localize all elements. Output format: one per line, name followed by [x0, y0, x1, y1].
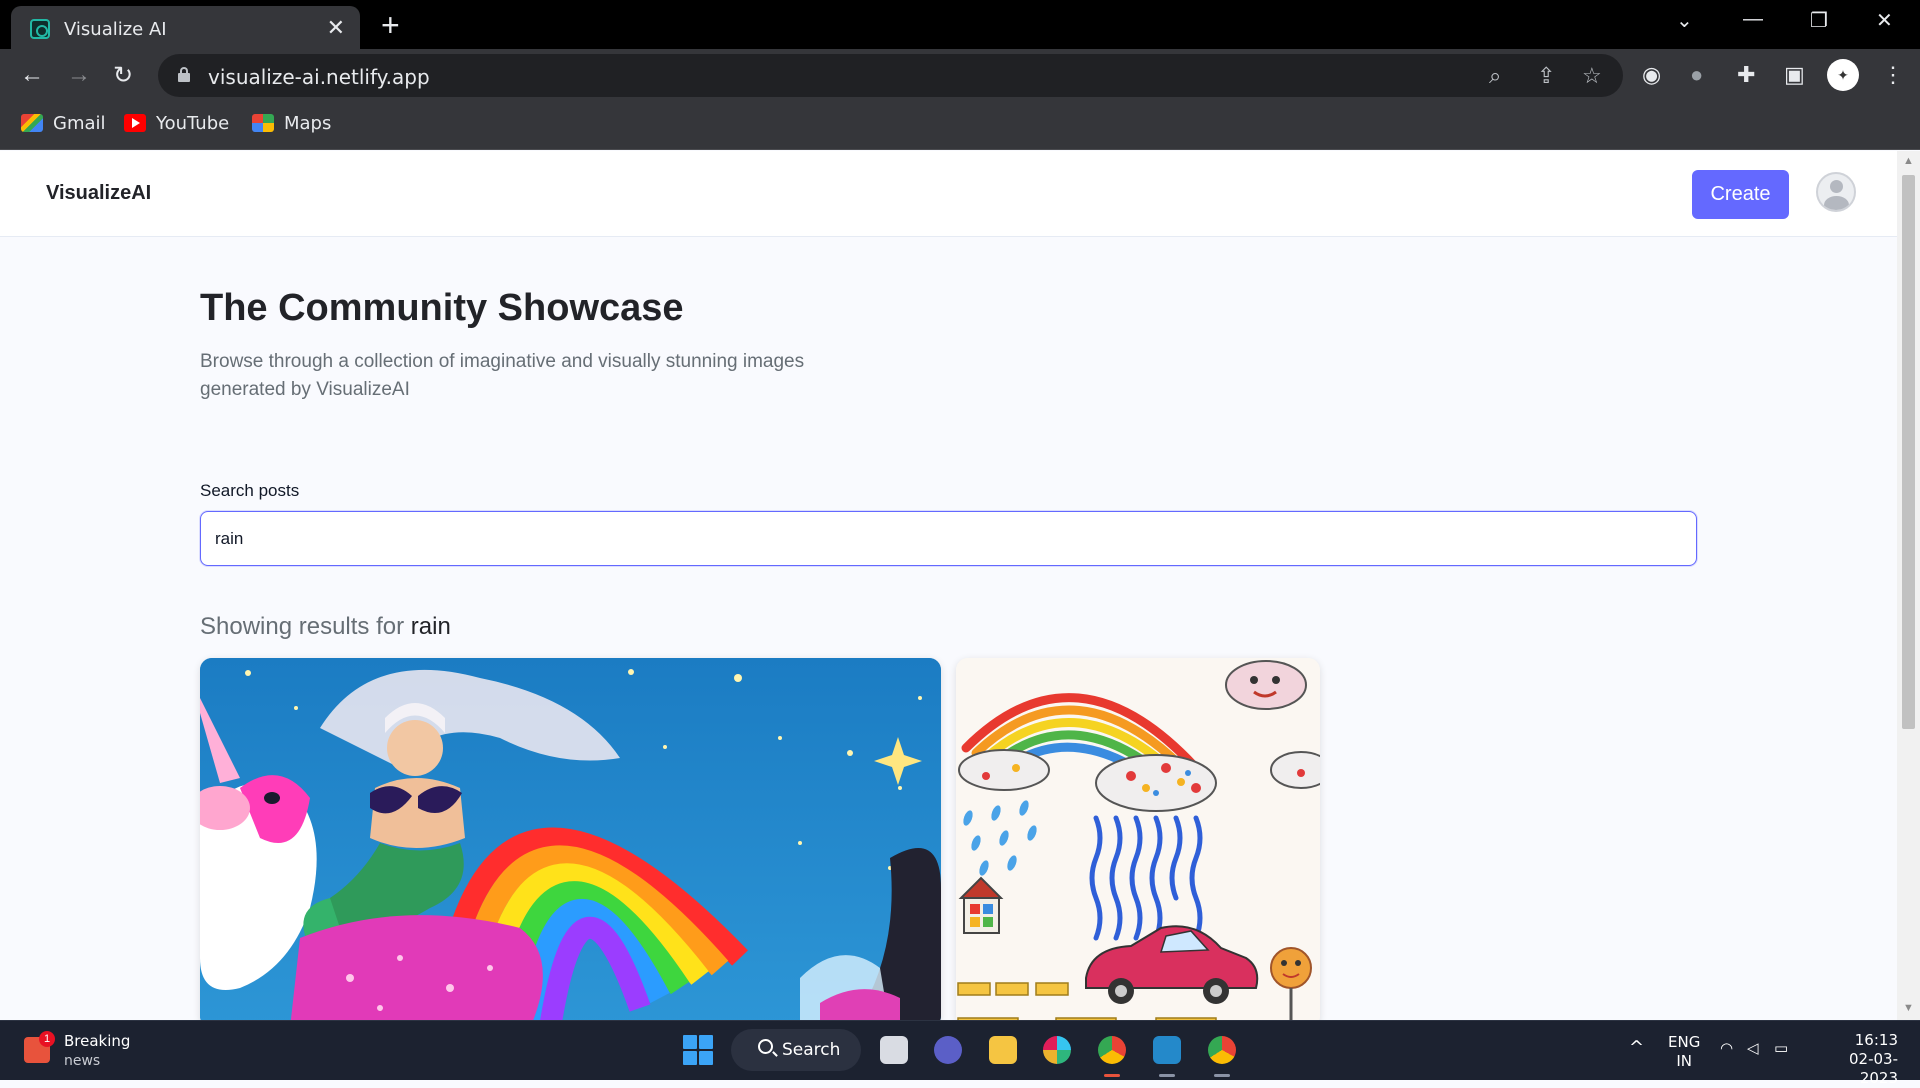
reload-icon[interactable]: ↻ — [113, 61, 133, 90]
scroll-up-icon[interactable]: ▲ — [1903, 155, 1914, 167]
tray-overflow-chevron-icon[interactable]: ^ — [1629, 1038, 1644, 1057]
results-heading: Showing results for rain — [200, 613, 451, 641]
bookmark-gmail[interactable]: Gmail — [21, 113, 106, 134]
extensions-puzzle-icon[interactable]: ✚ — [1737, 62, 1755, 88]
page-viewport: VisualizeAI Create The Community Showcas… — [0, 151, 1897, 1020]
address-bar[interactable]: visualize-ai.netlify.app ⌕ ⇪ ☆ — [158, 54, 1623, 97]
gmail-icon — [21, 114, 43, 132]
profile-avatar-icon[interactable]: ✦ — [1827, 59, 1859, 91]
browser-menu-icon[interactable]: ⋮ — [1882, 62, 1904, 88]
task-view-icon[interactable] — [880, 1036, 908, 1064]
search-label: Search posts — [200, 481, 300, 500]
side-panel-icon[interactable]: ▣ — [1784, 62, 1805, 88]
maps-icon — [252, 114, 274, 132]
clock-time: 16:13 — [1854, 1031, 1898, 1049]
page-title: The Community Showcase — [200, 287, 684, 329]
extension-face-icon[interactable]: ◉ — [1642, 62, 1661, 88]
user-avatar-icon[interactable] — [1816, 172, 1856, 212]
tab-search-chevron-icon[interactable]: ⌄ — [1676, 8, 1693, 33]
rain-drawing-image — [956, 658, 1320, 1020]
volume-icon[interactable]: ◁ — [1747, 1039, 1759, 1058]
wifi-icon[interactable]: ◠ — [1720, 1039, 1733, 1058]
site-favicon-icon — [30, 19, 50, 39]
slack-icon[interactable] — [1043, 1036, 1071, 1064]
news-title: Breaking — [64, 1032, 131, 1050]
teams-chat-icon[interactable] — [934, 1036, 962, 1064]
news-subtitle: news — [64, 1053, 101, 1069]
taskbar-search-button[interactable]: Search — [731, 1029, 861, 1071]
zoom-icon[interactable]: ⌕ — [1489, 63, 1501, 89]
vscode-running-indicator — [1159, 1074, 1175, 1077]
new-tab-icon[interactable]: + — [381, 7, 400, 44]
browser-toolbar: ← → ↻ visualize-ai.netlify.app ⌕ ⇪ ☆ ◉ ●… — [0, 49, 1920, 103]
chrome-active-indicator — [1104, 1074, 1120, 1077]
back-arrow-icon[interactable]: ← — [20, 61, 44, 89]
image-card-rain-drawing[interactable] — [956, 658, 1320, 1020]
chrome-profile-running-indicator — [1214, 1074, 1230, 1077]
forward-arrow-icon[interactable]: → — [67, 61, 91, 89]
battery-icon[interactable]: ▭ — [1774, 1039, 1788, 1058]
bookmark-star-icon[interactable]: ☆ — [1582, 63, 1602, 89]
lock-icon[interactable] — [178, 67, 190, 82]
bookmarks-bar: Gmail YouTube Maps — [0, 103, 1920, 150]
close-tab-icon[interactable]: ✕ — [327, 15, 345, 41]
file-explorer-icon[interactable] — [989, 1036, 1017, 1064]
results-prefix: Showing results for — [200, 613, 411, 640]
image-card-mermaid-unicorn[interactable] — [200, 658, 941, 1020]
news-badge: 1 — [39, 1031, 55, 1047]
minimize-icon[interactable]: — — [1743, 8, 1763, 31]
browser-tab-active[interactable]: Visualize AI ✕ — [11, 6, 360, 49]
search-icon — [758, 1039, 773, 1054]
site-header: VisualizeAI Create — [0, 151, 1897, 237]
mermaid-unicorn-image — [200, 658, 941, 1020]
language-indicator[interactable]: ENG IN — [1668, 1033, 1700, 1071]
extension-bottle-icon[interactable]: ● — [1690, 62, 1703, 88]
youtube-icon — [124, 114, 146, 132]
page-subtitle: Browse through a collection of imaginati… — [200, 351, 805, 400]
share-icon[interactable]: ⇪ — [1537, 63, 1555, 89]
create-button[interactable]: Create — [1692, 170, 1789, 219]
clock[interactable]: 16:13 02-03-2023 — [1818, 1031, 1898, 1088]
scroll-down-icon[interactable]: ▼ — [1903, 1002, 1914, 1014]
scroll-thumb[interactable] — [1902, 175, 1915, 729]
restore-icon[interactable]: ❐ — [1810, 8, 1828, 33]
bookmark-maps[interactable]: Maps — [252, 113, 331, 134]
page-scrollbar[interactable]: ▲ ▼ — [1897, 151, 1920, 1020]
close-window-icon[interactable]: ✕ — [1876, 8, 1893, 33]
os-taskbar: 1 Breaking news Search ^ ENG IN ◠ ◁ ▭ 16:… — [0, 1020, 1920, 1087]
bookmark-youtube[interactable]: YouTube — [124, 113, 229, 134]
url-text[interactable]: visualize-ai.netlify.app — [208, 65, 430, 89]
clock-date: 02-03-2023 — [1849, 1050, 1898, 1087]
results-query: rain — [410, 613, 451, 640]
brand-logo[interactable]: VisualizeAI — [46, 182, 151, 205]
chrome-icon[interactable] — [1098, 1036, 1126, 1064]
taskbar-search-label: Search — [782, 1040, 841, 1060]
windows-start-icon[interactable] — [683, 1035, 713, 1065]
search-input[interactable] — [200, 511, 1697, 566]
browser-tab-strip: Visualize AI ✕ + ⌄ — ❐ ✕ — [0, 0, 1920, 49]
vscode-icon[interactable] — [1153, 1036, 1181, 1064]
chrome-profile-icon[interactable] — [1208, 1036, 1236, 1064]
tab-title: Visualize AI — [64, 19, 167, 40]
